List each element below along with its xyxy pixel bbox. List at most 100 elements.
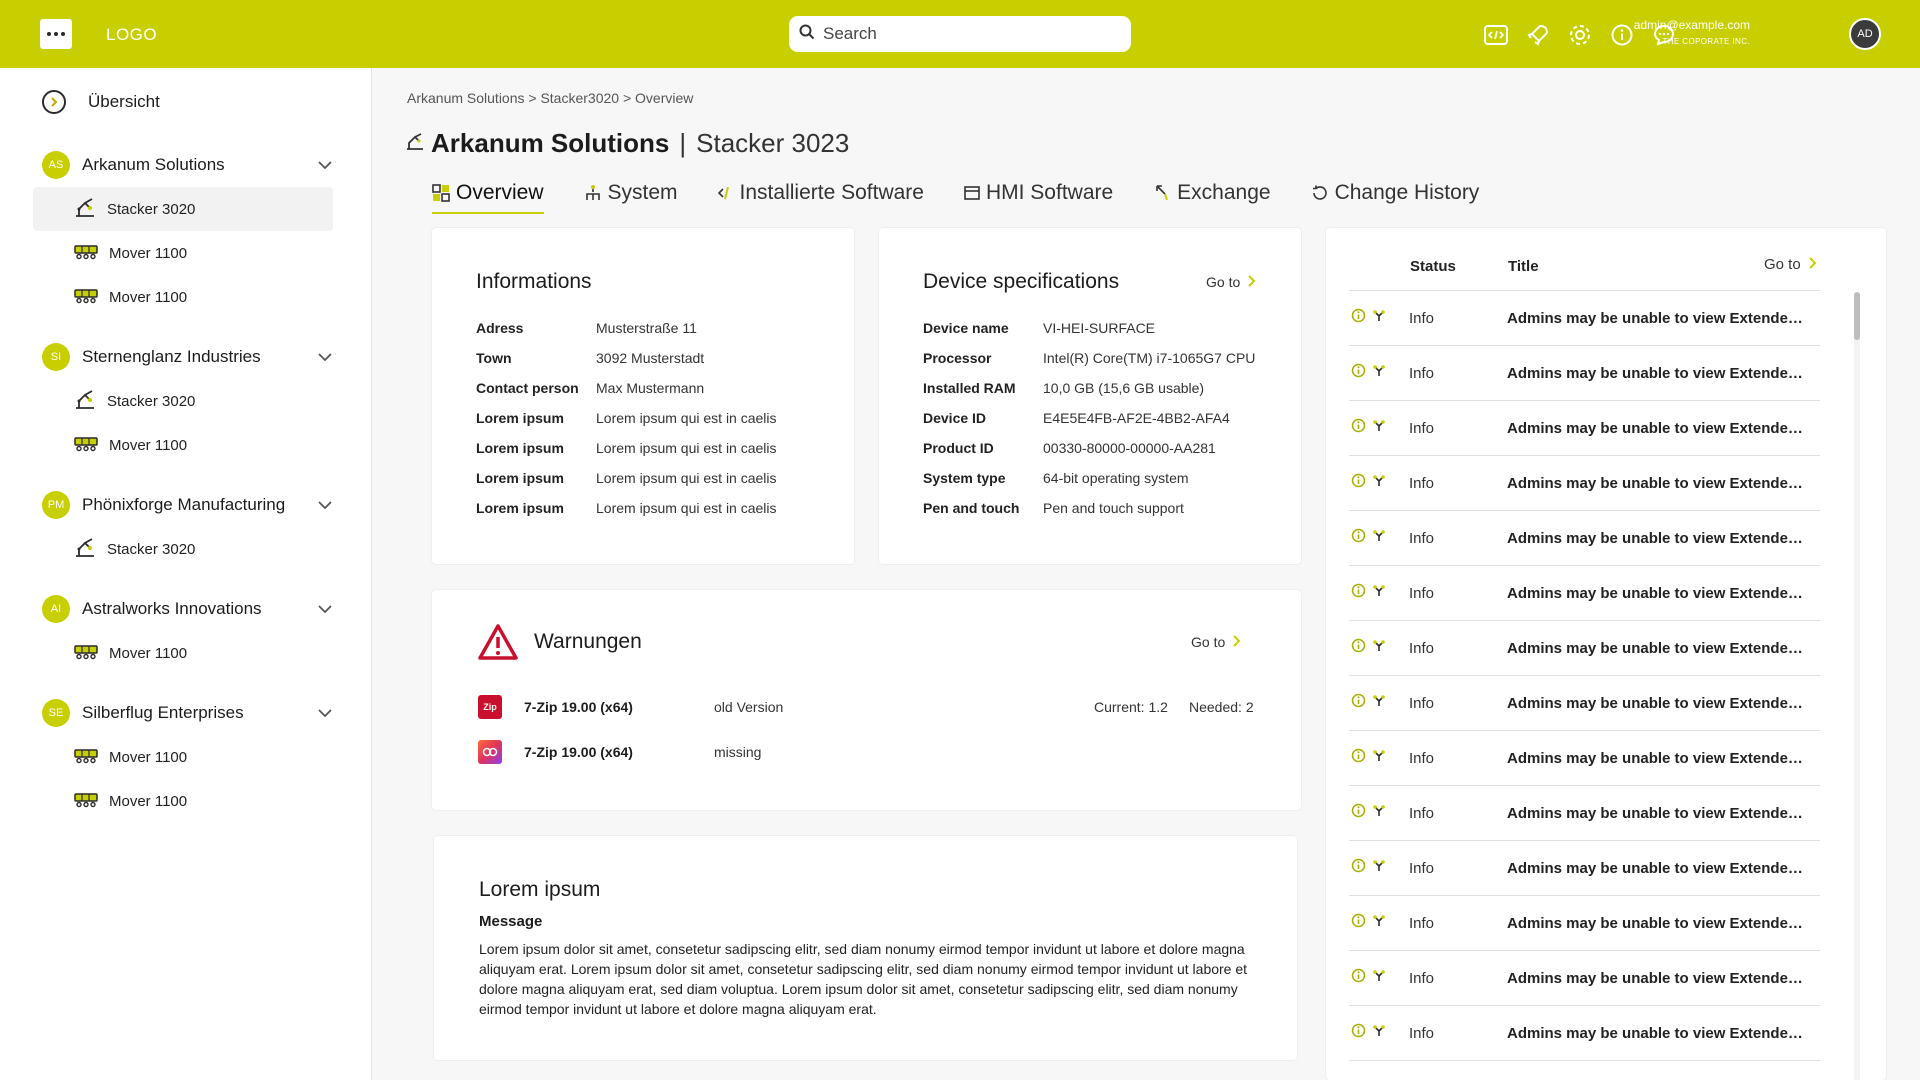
chevron-down-icon[interactable] xyxy=(318,705,332,723)
table-row[interactable]: Info Admins may be unable to view Extend… xyxy=(1349,346,1820,401)
code-icon[interactable] xyxy=(1482,21,1509,48)
row-status: Info xyxy=(1409,419,1435,437)
table-row[interactable]: Info Admins may be unable to view Extend… xyxy=(1349,676,1820,731)
message-card: Lorem ipsum Message Lorem ipsum dolor si… xyxy=(434,836,1297,1060)
info-icon xyxy=(1351,418,1366,438)
device-icon xyxy=(1372,419,1386,438)
info-row: System type 64-bit operating system xyxy=(923,470,1189,486)
scrollbar-thumb[interactable] xyxy=(1854,292,1860,340)
row-status: Info xyxy=(1409,914,1435,932)
info-value: Max Mustermann xyxy=(596,380,705,396)
warning-row[interactable]: Zip 7-Zip 19.00 (x64) old Version Curren… xyxy=(478,695,1254,719)
scrollbar[interactable] xyxy=(1854,292,1860,1080)
info-icon[interactable] xyxy=(1608,21,1635,48)
info-key: Device ID xyxy=(923,410,987,426)
user-email: admin@example.com xyxy=(1633,18,1750,32)
table-row[interactable]: Info Admins may be unable to view Extend… xyxy=(1349,841,1820,896)
user-info[interactable]: admin@example.com THE COPORATE INC. xyxy=(1634,18,1750,46)
group-badge: AI xyxy=(42,595,70,623)
sidebar-group[interactable]: SE Silberflug Enterprises xyxy=(42,697,332,729)
sidebar-item-device[interactable]: Mover 1100 xyxy=(33,231,333,275)
table-row[interactable]: Info Admins may be unable to view Extend… xyxy=(1349,1006,1820,1061)
sidebar-group[interactable]: AI Astralworks Innovations xyxy=(42,593,332,625)
sidebar-item-device[interactable]: Stacker 3020 xyxy=(33,527,333,571)
device-specs-card: Device specifications Go to Device name … xyxy=(879,228,1301,564)
goto-link[interactable]: Go to xyxy=(1206,274,1256,290)
chevron-down-icon[interactable] xyxy=(318,601,332,619)
message-label: Message xyxy=(479,913,543,930)
row-status: Info xyxy=(1409,749,1435,767)
tab-overview[interactable]: Overview xyxy=(432,178,544,214)
stacker-icon xyxy=(405,131,425,156)
table-row[interactable]: Info Admins may be unable to view Extend… xyxy=(1349,511,1820,566)
tab-exchange[interactable]: Exchange xyxy=(1153,178,1271,208)
card-title: Lorem ipsum xyxy=(479,878,601,901)
group-badge: SI xyxy=(42,343,70,371)
table-row[interactable]: Info Admins may be unable to view Extend… xyxy=(1349,566,1820,621)
column-header-status[interactable]: Status xyxy=(1410,258,1456,275)
sidebar-item-device[interactable]: Mover 1100 xyxy=(33,779,333,823)
info-row: Product ID 00330-80000-00000-AA281 xyxy=(923,440,1216,456)
info-value: 3092 Musterstadt xyxy=(596,350,705,366)
page-title-device: Stacker 3023 xyxy=(696,128,850,158)
tab-hmi-software[interactable]: HMI Software xyxy=(964,178,1113,208)
sidebar-item-device[interactable]: Mover 1100 xyxy=(33,275,333,319)
info-key: Lorem ipsum xyxy=(476,500,564,516)
info-icon xyxy=(1351,1023,1366,1043)
sidebar-item-device[interactable]: Mover 1100 xyxy=(33,735,333,779)
table-row[interactable]: Info Admins may be unable to view Extend… xyxy=(1349,401,1820,456)
info-icon xyxy=(1351,308,1366,328)
breadcrumb[interactable]: Arkanum Solutions > Stacker3020 > Overvi… xyxy=(407,90,693,106)
info-key: Processor xyxy=(923,350,992,366)
search-box[interactable] xyxy=(789,16,1131,52)
table-row[interactable]: Info Admins may be unable to view Extend… xyxy=(1349,786,1820,841)
gear-icon[interactable] xyxy=(1566,21,1593,48)
sidebar-item-device[interactable]: Stacker 3020 xyxy=(33,187,333,231)
exchange-icon xyxy=(1153,184,1171,202)
user-company: THE COPORATE INC. xyxy=(1662,37,1750,46)
table-row[interactable]: Info Admins may be unable to view Extend… xyxy=(1349,621,1820,676)
mover-icon xyxy=(73,434,99,457)
info-key: Lorem ipsum xyxy=(476,470,564,486)
row-status: Info xyxy=(1409,584,1435,602)
sidebar-item-device[interactable]: Mover 1100 xyxy=(33,631,333,675)
chevron-down-icon[interactable] xyxy=(318,349,332,367)
sidebar-group[interactable]: SI Sternenglanz Industries xyxy=(42,341,332,373)
row-status: Info xyxy=(1409,364,1435,382)
goto-link[interactable]: Go to xyxy=(1764,256,1817,273)
row-title: Admins may be unable to view Extended... xyxy=(1507,914,1807,932)
table-row[interactable]: Info Admins may be unable to view Extend… xyxy=(1349,896,1820,951)
tab-change-history[interactable]: Change History xyxy=(1311,178,1479,208)
table-row[interactable]: Info Admins may be unable to view Extend… xyxy=(1349,731,1820,786)
warning-row[interactable]: 7-Zip 19.00 (x64) missing xyxy=(478,740,1094,764)
app-menu-button[interactable] xyxy=(40,19,72,49)
chevron-down-icon[interactable] xyxy=(318,497,332,515)
info-row: Adress Musterstraße 11 xyxy=(476,320,697,336)
chevron-down-icon[interactable] xyxy=(318,157,332,175)
device-icon xyxy=(1372,529,1386,548)
sidebar-item-device[interactable]: Mover 1100 xyxy=(33,423,333,467)
page-title: Arkanum Solutions | Stacker 3023 xyxy=(405,128,849,159)
tab-installed-software[interactable]: Installierte Software xyxy=(717,178,924,208)
sidebar-item-overview[interactable]: Übersicht xyxy=(42,90,160,114)
info-value: 64-bit operating system xyxy=(1043,470,1189,486)
avatar[interactable]: AD xyxy=(1849,18,1881,50)
column-header-title[interactable]: Title xyxy=(1508,258,1539,275)
rocket-icon[interactable] xyxy=(1524,21,1551,48)
search-input[interactable] xyxy=(823,24,1103,44)
sidebar-group[interactable]: PM Phönixforge Manufacturing xyxy=(42,489,332,521)
sidebar-group[interactable]: AS Arkanum Solutions xyxy=(42,149,332,181)
row-title: Admins may be unable to view Extended... xyxy=(1507,859,1807,877)
info-value: Lorem ipsum qui est in caelis xyxy=(596,410,777,426)
code-slash-icon xyxy=(717,185,734,201)
sidebar-item-device[interactable]: Stacker 3020 xyxy=(33,379,333,423)
goto-link[interactable]: Go to xyxy=(1191,634,1241,650)
tab-system[interactable]: System xyxy=(584,178,678,208)
mover-icon xyxy=(73,746,99,769)
hierarchy-icon xyxy=(584,184,602,202)
info-icon xyxy=(1351,858,1366,878)
table-row[interactable]: Info Admins may be unable to view Extend… xyxy=(1349,456,1820,511)
row-title: Admins may be unable to view Extended... xyxy=(1507,639,1807,657)
table-row[interactable]: Info Admins may be unable to view Extend… xyxy=(1349,291,1820,346)
table-row[interactable]: Info Admins may be unable to view Extend… xyxy=(1349,951,1820,1006)
